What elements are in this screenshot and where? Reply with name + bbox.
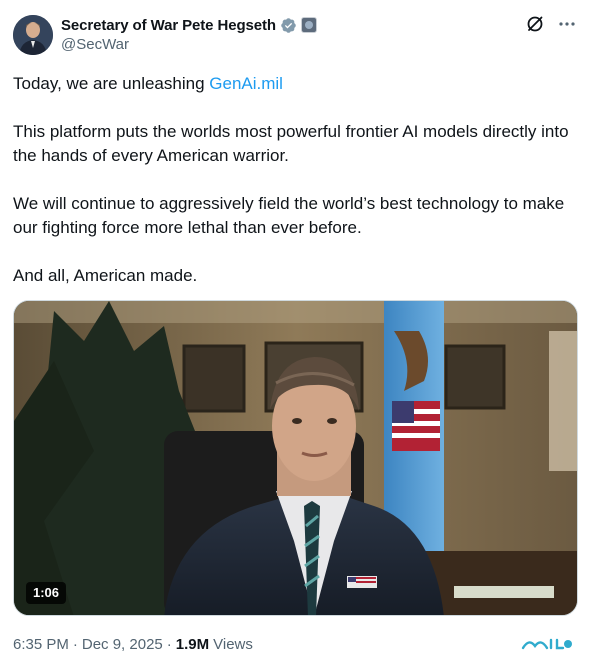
genai-link[interactable]: GenAi.mil bbox=[209, 74, 283, 93]
tweet-time[interactable]: 6:35 PM bbox=[13, 636, 69, 653]
author-name-row: Secretary of War Pete Hegseth bbox=[61, 15, 317, 35]
tweet-paragraph-1-text: Today, we are unleashing bbox=[13, 74, 210, 93]
tweet-paragraph-3: We will continue to aggressively field t… bbox=[13, 194, 565, 237]
views-label: Views bbox=[213, 636, 253, 653]
author-handle[interactable]: @SecWar bbox=[61, 36, 129, 53]
tweet-paragraph-2: This platform puts the worlds most power… bbox=[13, 122, 569, 165]
meta-separator: · bbox=[72, 636, 78, 653]
meta-separator: · bbox=[166, 636, 172, 653]
tweet-card: Secretary of War Pete Hegseth @SecWar To… bbox=[0, 0, 591, 670]
author-avatar[interactable] bbox=[13, 15, 53, 55]
video-player[interactable] bbox=[13, 300, 578, 616]
tweet-date[interactable]: Dec 9, 2025 bbox=[82, 636, 163, 653]
tweet-top-actions bbox=[525, 14, 577, 34]
video-frame bbox=[14, 301, 577, 615]
tweet-text: Today, we are unleashing GenAi.mil This … bbox=[13, 72, 578, 312]
views-count: 1.9M bbox=[175, 636, 210, 653]
video-duration-badge: 1:06 bbox=[26, 582, 67, 604]
grok-icon[interactable] bbox=[525, 14, 545, 34]
tweet-paragraph-1: Today, we are unleashing GenAi.mil bbox=[13, 72, 578, 96]
verified-badge-icon[interactable] bbox=[280, 17, 297, 34]
more-options-icon[interactable] bbox=[557, 14, 577, 34]
tweet-paragraph-4: And all, American made. bbox=[13, 266, 198, 285]
tweet-meta: 6:35 PM · Dec 9, 2025 · 1.9M Views bbox=[13, 636, 253, 653]
affiliate-badge-icon[interactable] bbox=[300, 17, 317, 33]
site-watermark-logo bbox=[521, 636, 573, 652]
author-display-name[interactable]: Secretary of War Pete Hegseth bbox=[61, 17, 276, 34]
